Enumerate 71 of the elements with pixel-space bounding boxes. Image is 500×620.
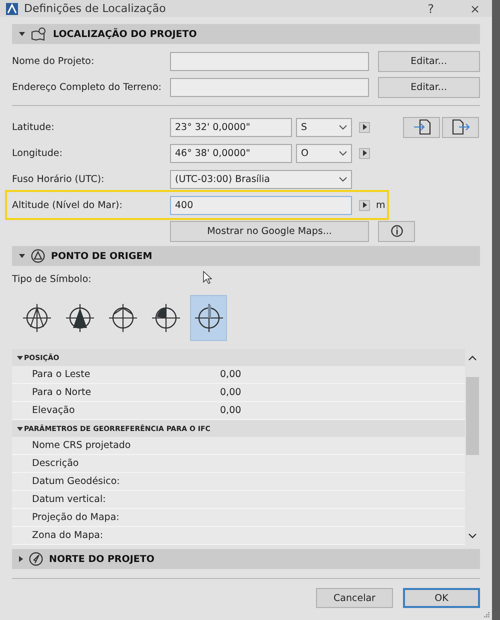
unit-label: m [376,200,386,210]
origin-symbol-icon [108,303,138,333]
origin-symbol-icon [194,303,224,333]
property-name: Datum vertical: [31,494,107,505]
resize-grip-icon [483,611,490,618]
field-label: Nome do Projeto: [12,56,96,66]
section-header[interactable]: PONTO DE ORIGEM [12,246,480,266]
property-name: Nome CRS projetado [31,440,132,451]
section-header[interactable]: LOCALIZAÇÃO DO PROJETO [12,24,480,44]
page-arrow-icon [412,119,432,135]
text-field[interactable] [170,78,369,96]
chevron-down-icon [339,176,347,182]
field-label: Tipo de Símbolo: [12,274,92,285]
triangle-circle-icon [31,249,45,263]
symbol-option[interactable] [190,295,227,341]
property-value: 0,00 [220,369,242,380]
section-title: PONTO DE ORIGEM [51,250,152,262]
edit-button[interactable]: Editar... [378,76,480,98]
mouse-cursor-icon [203,271,212,284]
field-label: Longitude: [12,148,64,158]
chevron-down-icon [468,533,477,539]
chevron-down-icon [339,150,347,156]
edit-button[interactable]: Editar... [378,50,480,72]
play-icon [362,202,366,208]
origin-symbol-icon [22,303,52,333]
arrow-button[interactable] [359,148,370,158]
direction-dropdown[interactable]: O [296,144,352,162]
chevron-down-icon [339,124,347,130]
window-title: Definições de Localização [24,2,166,15]
compass-icon [29,552,43,566]
text-field[interactable] [170,52,369,70]
export-button[interactable] [442,116,479,138]
field-label: Fuso Horário (UTC): [12,174,106,184]
field-label: Endereço Completo do Terreno: [12,82,162,92]
close-button[interactable]: × [466,2,484,16]
property-name: Projeção do Mapa: [31,512,120,523]
field-label: Altitude (Nível do Mar): [12,200,124,210]
dialog-button[interactable]: OK [403,588,480,608]
arrow-button[interactable] [359,122,370,132]
timezone-dropdown[interactable]: (UTC-03:00) Brasília [170,170,352,188]
help-button[interactable]: ? [424,2,438,16]
chevron-up-icon [468,355,477,361]
property-name: Para o Leste [31,369,92,380]
page-arrow-icon [450,119,470,135]
coordinate-field[interactable]: 23° 32' 0,0000" [170,118,292,136]
origin-symbol-icon [150,303,180,333]
play-icon [362,124,366,130]
altitude-field[interactable]: 400 [170,196,352,214]
section-header[interactable]: NORTE DO PROJETO [12,549,480,569]
direction-dropdown[interactable]: S [296,118,352,136]
map-pin-icon [31,27,47,41]
info-icon [390,225,402,237]
property-name: Para o Norte [31,387,92,398]
section-title: LOCALIZAÇÃO DO PROJETO [53,28,197,40]
property-name: Zona do Mapa: [31,530,104,541]
arrow-button[interactable] [359,200,370,210]
app-icon [6,2,18,14]
show-map-button[interactable]: Mostrar no Google Maps... [170,220,369,242]
info-button[interactable] [378,220,415,242]
field-label: Latitude: [12,122,56,132]
origin-symbol-icon [64,303,94,333]
import-button[interactable] [403,116,440,138]
property-name: Datum Geodésico: [31,476,121,487]
property-value: 0,00 [220,387,242,398]
coordinate-field[interactable]: 46° 38' 0,0000" [170,144,292,162]
property-name: Descrição [31,458,80,469]
property-name: Elevação [31,405,76,416]
property-value: 0,00 [220,405,242,416]
dialog-button[interactable]: Cancelar [316,588,393,608]
section-title: NORTE DO PROJETO [49,554,154,564]
play-icon [362,150,366,156]
